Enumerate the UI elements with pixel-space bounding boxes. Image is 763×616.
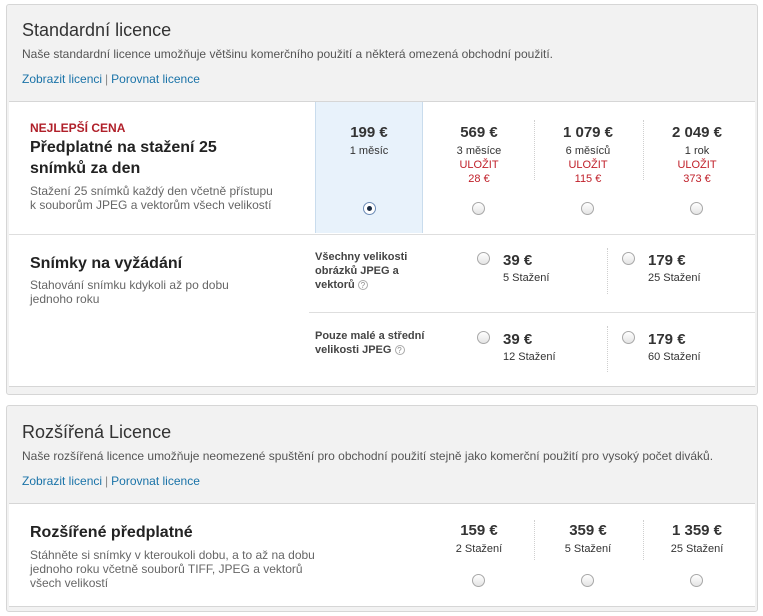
plan-period: 1 rok (684, 145, 710, 157)
plan-1-month: 199 € 1 měsíc (315, 124, 423, 158)
plan-price: 199 € (350, 124, 388, 141)
best-price-badge: NEJLEPŠÍ CENA (30, 121, 126, 135)
standard-license-panel: Standardní licence Naše standardní licen… (6, 4, 758, 395)
plan-price: 2 049 € (671, 124, 723, 141)
plan-price: 1 359 € (671, 522, 723, 539)
extended-subscription-description: Stáhněte si snímky v kteroukoli dobu, a … (30, 548, 315, 590)
plan-downloads: 2 Stažení (455, 543, 503, 555)
small-medium-60-radio[interactable] (622, 331, 635, 344)
save-amount: 28 € (468, 173, 490, 185)
extended-license-title: Rozšířená Licence (22, 422, 172, 442)
extended-license-links: Zobrazit licenci | Porovnat licence (22, 474, 200, 488)
all-sizes-label: Všechny velikosti obrázků JPEG a vektorů… (315, 250, 435, 292)
link-separator: | (105, 72, 109, 86)
extended-license-card: Rozšířené předplatné Stáhněte si snímky … (9, 503, 755, 607)
on-demand-description: Stahování snímku kdykoli až po dobu jedn… (30, 278, 229, 306)
option-price: 39 € (503, 331, 533, 348)
column-divider (643, 520, 644, 560)
small-medium-12-radio[interactable] (477, 331, 490, 344)
column-divider (607, 248, 608, 294)
all-sizes-5-radio[interactable] (477, 252, 490, 265)
option-downloads: 25 Stažení (648, 272, 701, 284)
plan-3-months-radio[interactable] (472, 202, 485, 215)
all-sizes-option-5: 39 € 5 Stažení (503, 252, 549, 284)
plan-downloads: 5 Stažení (564, 543, 612, 555)
small-medium-option-60: 179 € 60 Stažení (648, 331, 701, 363)
subscription-description: Stažení 25 snímků každý den včetně příst… (30, 184, 273, 212)
option-downloads: 12 Stažení (503, 351, 556, 363)
plan-1-month-radio[interactable] (363, 202, 376, 215)
plan-1-year: 2 049 € 1 rok ULOŽIT 373 € (643, 124, 751, 186)
extended-plan-5-radio[interactable] (581, 574, 594, 587)
small-medium-label: Pouze malé a střední velikosti JPEG ? (315, 329, 445, 357)
option-price: 179 € (648, 252, 686, 269)
extended-plan-25-radio[interactable] (690, 574, 703, 587)
plan-price: 569 € (460, 124, 498, 141)
on-demand-title: Snímky na vyžádání (30, 255, 183, 272)
extended-plan-25: 1 359 € 25 Stažení (643, 522, 751, 556)
small-medium-option-12: 39 € 12 Stažení (503, 331, 556, 363)
save-amount: 115 € (574, 173, 602, 185)
plan-price: 159 € (460, 522, 498, 539)
standard-license-links: Zobrazit licenci | Porovnat licence (22, 72, 200, 86)
save-label: ULOŽIT (459, 159, 499, 171)
extended-plan-5: 359 € 5 Stažení (534, 522, 642, 556)
column-divider (643, 120, 644, 180)
plan-price: 1 079 € (562, 124, 614, 141)
save-label: ULOŽIT (568, 159, 608, 171)
plan-period: 1 měsíc (349, 145, 389, 157)
plan-period: 3 měsíce (456, 145, 502, 157)
option-downloads: 5 Stažení (503, 272, 550, 284)
show-license-link[interactable]: Zobrazit licenci (22, 474, 102, 488)
standard-license-title: Standardní licence (22, 20, 172, 40)
row-divider (309, 312, 755, 313)
subscription-title: Předplatné na stažení 25 snímků za den (30, 139, 217, 177)
small-medium-text: Pouze malé a střední velikosti JPEG (315, 330, 425, 356)
save-label: ULOŽIT (677, 159, 717, 171)
extended-license-panel: Rozšířená Licence Naše rozšířená licence… (6, 405, 758, 612)
column-divider (607, 326, 608, 372)
all-sizes-25-radio[interactable] (622, 252, 635, 265)
plan-6-months-radio[interactable] (581, 202, 594, 215)
row-divider (9, 234, 755, 235)
column-divider (534, 520, 535, 560)
option-price: 39 € (503, 252, 533, 269)
column-divider (534, 120, 535, 180)
option-downloads: 60 Stažení (648, 351, 701, 363)
help-icon[interactable]: ? (357, 280, 368, 291)
plan-3-months: 569 € 3 měsíce ULOŽIT 28 € (425, 124, 533, 186)
all-sizes-option-25: 179 € 25 Stažení (648, 252, 701, 284)
plan-1-year-radio[interactable] (690, 202, 703, 215)
standard-license-description: Naše standardní licence umožňuje většinu… (22, 47, 553, 61)
extended-license-description: Naše rozšířená licence umožňuje neomezen… (22, 449, 714, 463)
plan-6-months: 1 079 € 6 měsíců ULOŽIT 115 € (534, 124, 642, 186)
compare-licenses-link[interactable]: Porovnat licence (111, 474, 200, 488)
compare-licenses-link[interactable]: Porovnat licence (111, 72, 200, 86)
extended-subscription-title: Rozšířené předplatné (30, 524, 193, 541)
help-icon[interactable]: ? (394, 345, 405, 356)
plan-period: 6 měsíců (565, 145, 611, 157)
extended-plan-2-radio[interactable] (472, 574, 485, 587)
save-amount: 373 € (683, 173, 711, 185)
show-license-link[interactable]: Zobrazit licenci (22, 72, 102, 86)
plan-price: 359 € (569, 522, 607, 539)
plan-downloads: 25 Stažení (670, 543, 724, 555)
extended-plan-2: 159 € 2 Stažení (425, 522, 533, 556)
standard-license-card: NEJLEPŠÍ CENA Předplatné na stažení 25 s… (9, 101, 755, 387)
option-price: 179 € (648, 331, 686, 348)
link-separator: | (105, 474, 109, 488)
